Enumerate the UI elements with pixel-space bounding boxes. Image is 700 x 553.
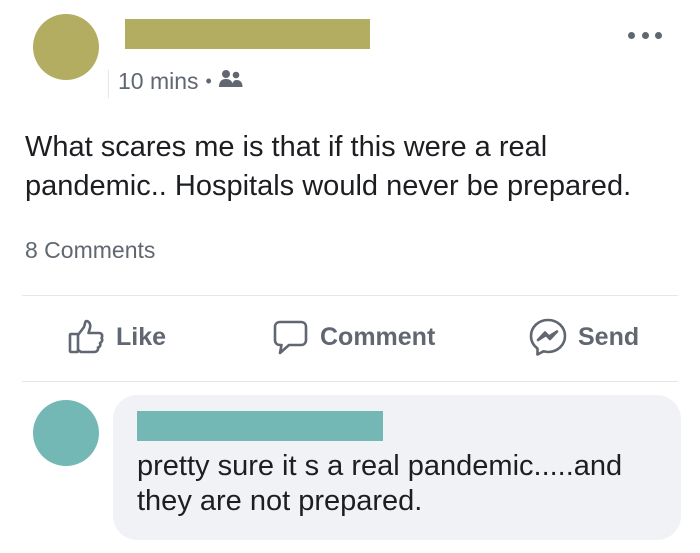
comment-button[interactable]: Comment [270, 312, 435, 362]
meta-divider [108, 70, 109, 98]
friends-icon[interactable] [218, 68, 244, 95]
author-name-redaction[interactable] [125, 19, 370, 49]
comments-count-link[interactable]: 8 Comments [25, 237, 155, 264]
post-text-line: pandemic.. Hospitals would never be prep… [25, 170, 632, 202]
commenter-avatar[interactable] [33, 400, 99, 466]
meta-separator: • [205, 70, 212, 91]
comment-text-line: pretty sure it s a real pandemic.....and [137, 450, 623, 482]
post-text: What scares me is that if this were a re… [25, 128, 685, 206]
speech-bubble-icon [270, 317, 310, 357]
thumbs-up-icon [66, 317, 106, 357]
commenter-name-redaction[interactable] [137, 411, 383, 441]
more-options-icon[interactable] [628, 32, 662, 42]
send-button[interactable]: Send [528, 312, 639, 362]
comment-label: Comment [320, 322, 436, 351]
post-text-line: What scares me is that if this were a re… [25, 131, 548, 163]
messenger-icon [528, 317, 568, 357]
comment-text: pretty sure it s a real pandemic.....and… [137, 449, 677, 519]
like-label: Like [116, 322, 167, 351]
post-meta: 10 mins • [118, 66, 244, 96]
like-button[interactable]: Like [66, 312, 166, 362]
send-label: Send [578, 322, 640, 351]
divider [22, 381, 678, 382]
post-timestamp[interactable]: 10 mins [118, 68, 199, 95]
divider [22, 295, 678, 296]
comment-text-line: they are not prepared. [137, 485, 423, 517]
facebook-post: 10 mins • What scares me is that if this… [0, 0, 700, 553]
author-avatar[interactable] [33, 14, 99, 80]
